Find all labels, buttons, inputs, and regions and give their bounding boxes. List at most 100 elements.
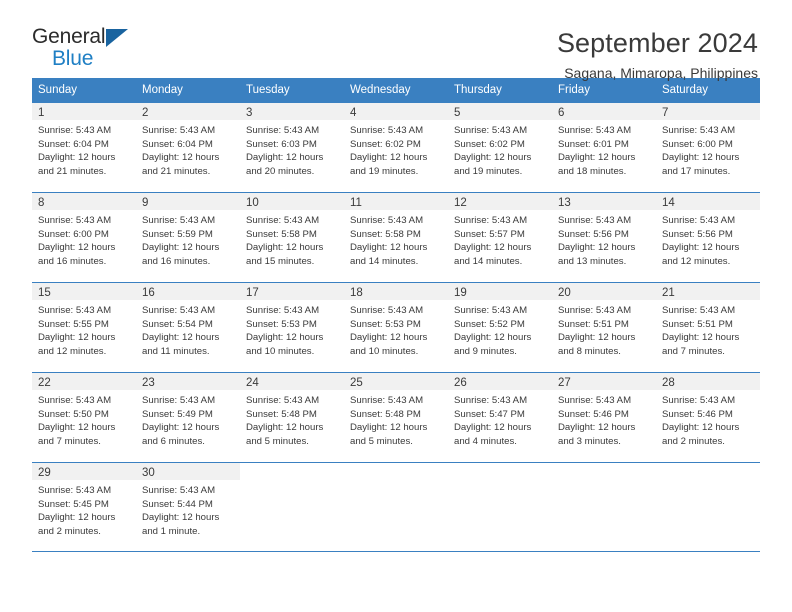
day-number-strip: 16 (136, 283, 240, 300)
day-details: Sunrise: 5:43 AM Sunset: 5:59 PM Daylight:… (136, 210, 240, 268)
day-cell[interactable]: 26 Sunrise: 5:43 AM Sunset: 5:47 PM Dayligh… (448, 373, 552, 462)
day-detail-line: Sunset: 5:51 PM (662, 318, 733, 330)
day-cell[interactable]: 21 Sunrise: 5:43 AM Sunset: 5:51 PM Dayligh… (656, 283, 760, 372)
day-detail-line: Daylight: 12 hours (350, 422, 428, 434)
day-number-strip: 5 (448, 103, 552, 120)
day-detail-line: and 6 minutes. (142, 435, 205, 447)
day-cell[interactable]: 20 Sunrise: 5:43 AM Sunset: 5:51 PM Dayligh… (552, 283, 656, 372)
day-detail-line: Sunset: 5:53 PM (246, 318, 317, 330)
brand-logo[interactable]: General Blue (32, 26, 144, 76)
day-detail-line: and 7 minutes. (662, 345, 725, 357)
day-details: Sunrise: 5:43 AM Sunset: 6:02 PM Daylight:… (448, 120, 552, 178)
day-number: 19 (454, 287, 467, 299)
day-cell[interactable]: 15 Sunrise: 5:43 AM Sunset: 5:55 PM Dayligh… (32, 283, 136, 372)
day-detail-line: Daylight: 12 hours (38, 152, 116, 164)
day-detail-line: and 16 minutes. (38, 255, 107, 267)
day-number: 21 (662, 287, 675, 299)
day-number-strip: 14 (656, 193, 760, 210)
day-number-strip: 9 (136, 193, 240, 210)
day-detail-line: Sunset: 6:02 PM (454, 138, 525, 150)
day-cell[interactable]: 10 Sunrise: 5:43 AM Sunset: 5:58 PM Dayligh… (240, 193, 344, 282)
day-detail-line: Daylight: 12 hours (558, 422, 636, 434)
day-cell[interactable]: 11 Sunrise: 5:43 AM Sunset: 5:58 PM Dayligh… (344, 193, 448, 282)
day-cell[interactable]: 7 Sunrise: 5:43 AM Sunset: 6:00 PM Daylight… (656, 103, 760, 192)
day-detail-line: Sunset: 5:44 PM (142, 498, 213, 510)
day-detail-line: Daylight: 12 hours (246, 332, 324, 344)
day-detail-line: Daylight: 12 hours (454, 152, 532, 164)
day-cell[interactable]: 17 Sunrise: 5:43 AM Sunset: 5:53 PM Dayligh… (240, 283, 344, 372)
day-cell[interactable]: 16 Sunrise: 5:43 AM Sunset: 5:54 PM Dayligh… (136, 283, 240, 372)
day-cell[interactable]: 19 Sunrise: 5:43 AM Sunset: 5:52 PM Dayligh… (448, 283, 552, 372)
day-details: Sunrise: 5:43 AM Sunset: 5:58 PM Daylight:… (240, 210, 344, 268)
day-detail-line: and 16 minutes. (142, 255, 211, 267)
day-number: 7 (662, 107, 669, 119)
day-details: Sunrise: 5:43 AM Sunset: 5:53 PM Daylight:… (240, 300, 344, 358)
day-detail-line: Daylight: 12 hours (454, 332, 532, 344)
day-detail-line: Daylight: 12 hours (558, 332, 636, 344)
day-number-strip: 18 (344, 283, 448, 300)
day-number-strip: 10 (240, 193, 344, 210)
day-detail-line: Sunrise: 5:43 AM (662, 305, 736, 316)
day-cell[interactable]: 30 Sunrise: 5:43 AM Sunset: 5:44 PM Dayligh… (136, 463, 240, 551)
day-detail-line: Sunrise: 5:43 AM (38, 215, 112, 226)
day-cell[interactable]: 18 Sunrise: 5:43 AM Sunset: 5:53 PM Dayligh… (344, 283, 448, 372)
calendar-weeks: 1 Sunrise: 5:43 AM Sunset: 6:04 PM Daylight… (32, 102, 760, 552)
day-number-strip: 12 (448, 193, 552, 210)
weekday-header-row: Sunday Monday Tuesday Wednesday Thursday Frid… (32, 78, 760, 102)
day-detail-line: Daylight: 12 hours (38, 332, 116, 344)
day-detail-line: Sunset: 5:45 PM (38, 498, 109, 510)
day-cell[interactable]: 8 Sunrise: 5:43 AM Sunset: 6:00 PM Daylight… (32, 193, 136, 282)
day-cell[interactable]: 29 Sunrise: 5:43 AM Sunset: 5:45 PM Dayligh… (32, 463, 136, 551)
day-cell[interactable]: 28 Sunrise: 5:43 AM Sunset: 5:46 PM Dayligh… (656, 373, 760, 462)
day-number-strip: 30 (136, 463, 240, 480)
day-details: Sunrise: 5:43 AM Sunset: 5:58 PM Daylight:… (344, 210, 448, 268)
day-number: 9 (142, 197, 149, 209)
day-cell[interactable]: 5 Sunrise: 5:43 AM Sunset: 6:02 PM Daylight… (448, 103, 552, 192)
day-number: 5 (454, 107, 461, 119)
weekday-header-monday: Monday (142, 84, 183, 96)
day-detail-line: and 4 minutes. (454, 435, 517, 447)
day-cell[interactable]: 1 Sunrise: 5:43 AM Sunset: 6:04 PM Daylight… (32, 103, 136, 192)
day-detail-line: Daylight: 12 hours (38, 422, 116, 434)
day-detail-line: Sunset: 5:46 PM (662, 408, 733, 420)
day-number: 4 (350, 107, 357, 119)
day-details: Sunrise: 5:43 AM Sunset: 5:56 PM Daylight:… (552, 210, 656, 268)
day-cell[interactable]: 4 Sunrise: 5:43 AM Sunset: 6:02 PM Daylight… (344, 103, 448, 192)
day-number: 16 (142, 287, 155, 299)
day-details: Sunrise: 5:43 AM Sunset: 5:57 PM Daylight:… (448, 210, 552, 268)
day-cell[interactable]: 6 Sunrise: 5:43 AM Sunset: 6:01 PM Daylight… (552, 103, 656, 192)
day-number: 29 (38, 467, 51, 479)
day-cell[interactable]: 12 Sunrise: 5:43 AM Sunset: 5:57 PM Dayligh… (448, 193, 552, 282)
day-cell[interactable]: 2 Sunrise: 5:43 AM Sunset: 6:04 PM Daylight… (136, 103, 240, 192)
day-detail-line: Sunset: 5:48 PM (350, 408, 421, 420)
day-detail-line: Sunset: 5:54 PM (142, 318, 213, 330)
day-detail-line: and 19 minutes. (350, 165, 419, 177)
day-details: Sunrise: 5:43 AM Sunset: 5:52 PM Daylight:… (448, 300, 552, 358)
day-number-strip: 23 (136, 373, 240, 390)
day-cell[interactable]: 9 Sunrise: 5:43 AM Sunset: 5:59 PM Daylight… (136, 193, 240, 282)
day-detail-line: Daylight: 12 hours (454, 242, 532, 254)
day-number: 22 (38, 377, 51, 389)
day-cell[interactable]: 22 Sunrise: 5:43 AM Sunset: 5:50 PM Dayligh… (32, 373, 136, 462)
calendar-week-row: 15 Sunrise: 5:43 AM Sunset: 5:55 PM Dayligh… (32, 282, 760, 372)
day-details: Sunrise: 5:43 AM Sunset: 5:56 PM Daylight:… (656, 210, 760, 268)
day-detail-line: and 12 minutes. (662, 255, 731, 267)
day-detail-line: and 10 minutes. (246, 345, 315, 357)
day-cell[interactable]: 13 Sunrise: 5:43 AM Sunset: 5:56 PM Dayligh… (552, 193, 656, 282)
day-cell[interactable]: 25 Sunrise: 5:43 AM Sunset: 5:48 PM Dayligh… (344, 373, 448, 462)
day-detail-line: Sunrise: 5:43 AM (454, 395, 528, 406)
day-cell[interactable]: 27 Sunrise: 5:43 AM Sunset: 5:46 PM Dayligh… (552, 373, 656, 462)
day-cell[interactable]: 14 Sunrise: 5:43 AM Sunset: 5:56 PM Dayligh… (656, 193, 760, 282)
day-number: 6 (558, 107, 565, 119)
day-detail-line: and 3 minutes. (558, 435, 621, 447)
day-detail-line: Daylight: 12 hours (662, 152, 740, 164)
day-number-strip: 2 (136, 103, 240, 120)
day-cell[interactable]: 24 Sunrise: 5:43 AM Sunset: 5:48 PM Dayligh… (240, 373, 344, 462)
day-cell[interactable]: 3 Sunrise: 5:43 AM Sunset: 6:03 PM Daylight… (240, 103, 344, 192)
day-number-strip: 29 (32, 463, 136, 480)
triangle-icon (106, 29, 128, 47)
day-cell[interactable]: 23 Sunrise: 5:43 AM Sunset: 5:49 PM Dayligh… (136, 373, 240, 462)
day-number-strip: 22 (32, 373, 136, 390)
day-number-strip: 7 (656, 103, 760, 120)
day-detail-line: Sunrise: 5:43 AM (662, 125, 736, 136)
